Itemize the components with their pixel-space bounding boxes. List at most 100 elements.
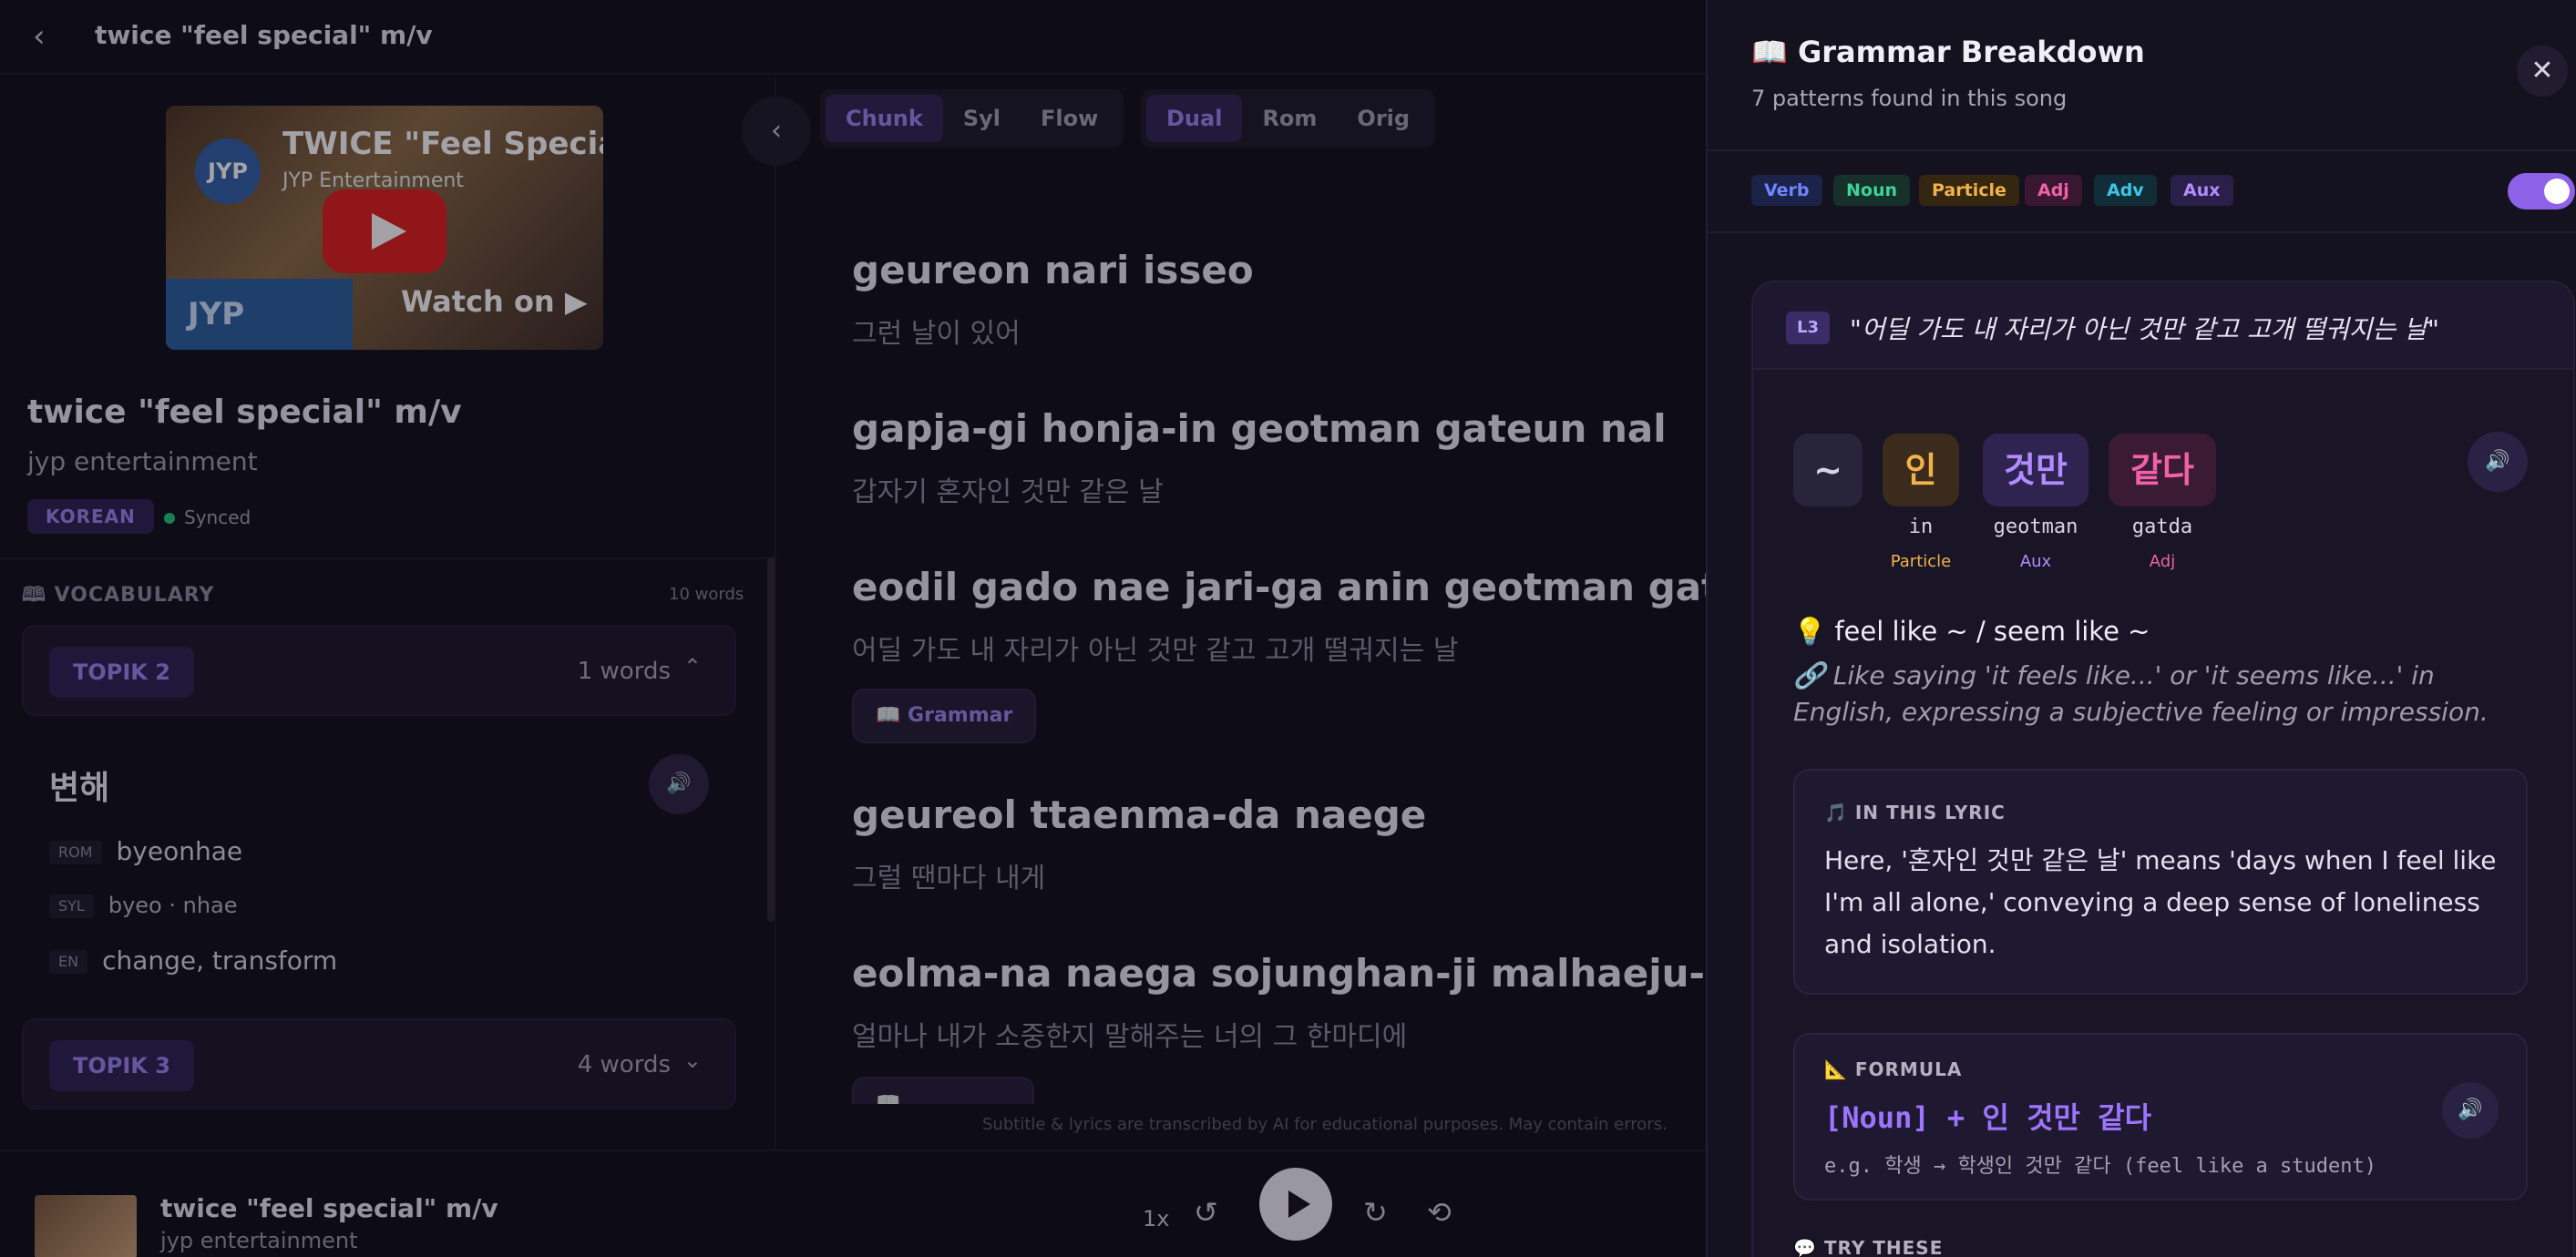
speaker-icon[interactable]: 🔊 (649, 754, 709, 814)
formula-example: e.g. 학생 → 학생인 것만 같다 (feel like a student… (1824, 1155, 2377, 1178)
video-thumbnail-text: JYP OFFICIAL (166, 279, 353, 350)
try-these-label: 💬 TRY THESE (1793, 1237, 1944, 1257)
watch-on-youtube[interactable]: Watch on ▶ (401, 284, 587, 319)
forward-icon[interactable]: ↻ (1363, 1195, 1388, 1230)
speaker-icon[interactable]: 🔊 (2442, 1082, 2499, 1139)
lyric-line[interactable]: eolma-na naega sojunghan-ji malhaeju-neu… (852, 951, 1706, 1054)
vocab-en-row: EN change, transform (49, 945, 337, 976)
rewind-icon[interactable]: ↺ (1194, 1195, 1218, 1230)
grammar-block[interactable]: 것만 (1983, 434, 2089, 506)
mode-orig[interactable]: Orig (1337, 95, 1430, 142)
vocab-rom-row: ROM byeonhae (49, 836, 242, 866)
chip-noun[interactable]: Noun (1833, 175, 1911, 206)
close-icon[interactable]: ✕ (2517, 46, 2568, 97)
pos-toggle[interactable] (2508, 173, 2575, 210)
book-icon: 📖 (1751, 35, 1788, 69)
song-artist: jyp entertainment (27, 446, 258, 476)
grammar-block[interactable]: 같다 (2109, 434, 2216, 506)
grammar-button[interactable]: 📖 Grammar (852, 1077, 1034, 1104)
mode-syl[interactable]: Syl (943, 95, 1021, 142)
grammar-button-clipped: 📖 Grammar (852, 1077, 1034, 1104)
player-track-title: twice "feel special" m/v (160, 1193, 498, 1223)
panel-title-text: Grammar Breakdown (1797, 35, 2145, 69)
app-root: ‹ twice "feel special" m/v JYP TWICE "Fe… (0, 0, 2576, 1257)
chip-adj[interactable]: Adj (2025, 175, 2082, 206)
panel-subtitle: 7 patterns found in this song (1751, 86, 2068, 111)
topik-count: 1 words (577, 658, 671, 685)
mode-rom[interactable]: Rom (1242, 95, 1337, 142)
lyric-korean: 얼마나 내가 소중한지 말해주는 너의 그 한마디에 (852, 1021, 1408, 1053)
book-icon: 🕮 (22, 584, 55, 607)
script-mode-switch: Dual Rom Orig (1141, 89, 1436, 148)
sync-status: Synced (164, 506, 251, 528)
lyric-korean: 그런 날이 있어 (852, 318, 1021, 350)
video-embed[interactable]: JYP TWICE "Feel Special JYP Entertainmen… (166, 106, 603, 350)
lyric-line[interactable]: geureol ttaenma-da naege 그럴 땐마다 내게 (852, 792, 1426, 895)
vocab-syllables: byeo · nhae (108, 893, 238, 918)
play-button[interactable] (1259, 1168, 1332, 1241)
track-thumbnail (35, 1195, 137, 1257)
line-badge: L3 (1786, 312, 1830, 344)
divider (1706, 149, 2576, 151)
language-badge: KOREAN (27, 499, 154, 534)
rom-tag: ROM (49, 841, 102, 864)
sidebar-scrollbar[interactable] (767, 557, 775, 922)
chevron-up-icon[interactable]: ⌃ (683, 654, 702, 680)
mode-chunk[interactable]: Chunk (826, 95, 943, 142)
lyric-romanization: eodil gado nae jari-ga anin geotman gatg… (852, 565, 1706, 609)
repeat-icon[interactable]: ⟲ (1427, 1195, 1452, 1230)
page-title: twice "feel special" m/v (95, 20, 433, 50)
block-romanization: in (1908, 516, 1934, 538)
lyric-line[interactable]: gapja-gi honja-in geotman gateun nal 갑자기 … (852, 406, 1667, 509)
collapse-sidebar-button[interactable]: ‹ (742, 97, 811, 166)
chip-particle[interactable]: Particle (1919, 175, 2019, 206)
channel-logo: JYP (195, 138, 261, 204)
vocabulary-heading: 🕮 VOCABULARY (22, 579, 214, 614)
in-lyric-label: 🎵 IN THIS LYRIC (1824, 802, 2006, 823)
youtube-play-icon[interactable] (323, 189, 446, 273)
lyric-line[interactable]: eodil gado nae jari-ga anin geotman gatg… (852, 565, 1706, 668)
grammar-block[interactable]: ~ (1793, 434, 1863, 506)
topik-group-2[interactable]: TOPIK 2 1 words ⌃ (22, 625, 736, 716)
lyric-romanization: geureon nari isseo (852, 248, 1254, 292)
block-pos: Aux (2019, 552, 2052, 571)
back-icon[interactable]: ‹ (33, 18, 46, 55)
vocab-word: 변해 (49, 770, 110, 807)
speaker-icon[interactable]: 🔊 (2468, 432, 2528, 492)
status-dot (164, 513, 175, 524)
grammar-button[interactable]: 📖 Grammar (852, 689, 1037, 743)
vocab-translation: change, transform (102, 945, 338, 976)
divider (1706, 231, 2576, 233)
player-track-artist: jyp entertainment (160, 1228, 358, 1253)
mode-flow[interactable]: Flow (1021, 95, 1118, 142)
video-title: TWICE "Feel Special (282, 126, 603, 162)
formula-label: 📐 FORMULA (1824, 1058, 1963, 1080)
syl-tag: SYL (49, 894, 94, 918)
chevron-down-icon[interactable]: ⌄ (683, 1048, 702, 1073)
top-header: ‹ twice "feel special" m/v (0, 0, 1706, 75)
lyric-korean: 그럴 땐마다 내게 (852, 863, 1046, 894)
topik-group-3[interactable]: TOPIK 3 4 words ⌄ (22, 1018, 736, 1109)
chip-aux[interactable]: Aux (2171, 175, 2233, 206)
topik-count: 4 words (577, 1051, 671, 1078)
in-lyric-text: Here, '혼자인 것만 같은 날' means 'days when I f… (1824, 845, 2497, 959)
grammar-block[interactable]: 인 (1883, 434, 1959, 506)
vocabulary-label: VOCABULARY (54, 584, 215, 607)
panel-title: 📖 Grammar Breakdown (1751, 35, 2145, 69)
pattern-meaning: 💡 feel like ~ / seem like ~ (1793, 616, 2150, 647)
topik-badge: TOPIK 2 (49, 647, 194, 698)
block-pos: Particle (1890, 552, 1952, 571)
topik-badge: TOPIK 3 (49, 1040, 194, 1091)
player-bar: twice "feel special" m/v jyp entertainme… (0, 1150, 1706, 1257)
block-romanization: gatda (2131, 516, 2193, 538)
sync-status-label: Synced (184, 506, 251, 528)
speed-button[interactable]: 1x (1143, 1206, 1169, 1231)
lyric-line[interactable]: geureon nari isseo 그런 날이 있어 (852, 248, 1254, 351)
lyric-romanization: geureol ttaenma-da naege (852, 792, 1427, 837)
pattern-explanation: 🔗 Like saying 'it feels like...' or 'it … (1793, 660, 2489, 727)
chip-adv[interactable]: Adv (2094, 175, 2157, 206)
en-tag: EN (49, 950, 88, 974)
chip-verb[interactable]: Verb (1751, 175, 1822, 206)
formula-text: [Noun] + 인 것만 같다 (1824, 1100, 2152, 1135)
mode-dual[interactable]: Dual (1146, 95, 1243, 142)
